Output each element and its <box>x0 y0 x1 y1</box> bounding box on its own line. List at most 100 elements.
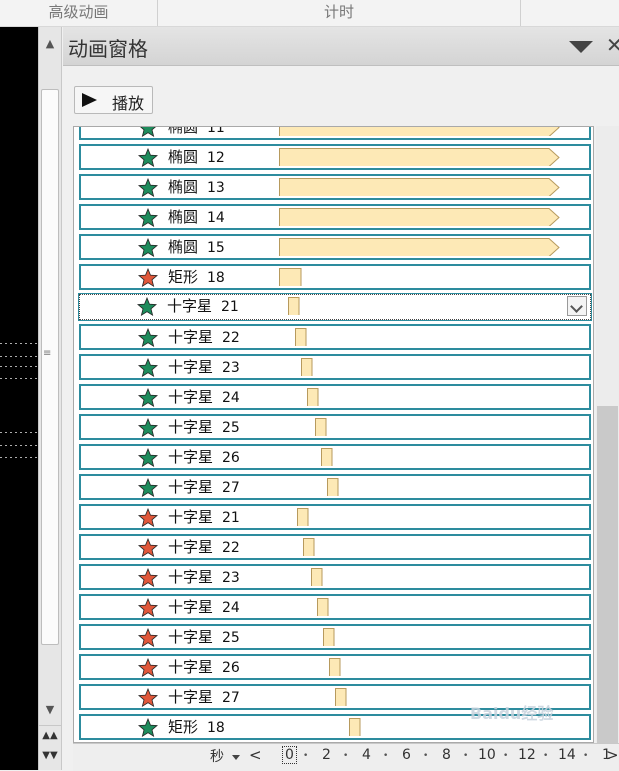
animation-item-row[interactable]: 十字星 24 <box>79 594 591 620</box>
play-button-label: 播放 <box>112 94 145 113</box>
animation-item-row[interactable]: 椭圆 15 <box>79 234 591 260</box>
timing-bar[interactable] <box>307 388 320 406</box>
animation-item-number: 25 <box>222 420 240 436</box>
animation-item-name: 椭圆 12 <box>168 147 225 169</box>
timing-bar[interactable] <box>297 508 310 526</box>
timing-bar[interactable] <box>329 658 342 676</box>
ribbon-group-empty <box>521 0 619 26</box>
animation-item-row[interactable]: 十字星 23 <box>79 354 591 380</box>
animation-item-shape: 十字星 <box>168 628 214 646</box>
play-button[interactable]: 播放 <box>74 86 153 114</box>
animation-item-row[interactable]: 十字星 26 <box>79 654 591 680</box>
ribbon-group-timing: 计时 <box>158 0 521 26</box>
timing-bar[interactable] <box>323 628 336 646</box>
entrance-effect-star-icon <box>138 358 158 378</box>
animation-item-name: 十字星 22 <box>168 327 240 349</box>
timing-bar[interactable] <box>335 688 348 706</box>
timing-bar[interactable] <box>288 297 301 315</box>
animation-item-number: 13 <box>207 180 225 196</box>
emphasis-effect-star-icon <box>138 688 158 708</box>
animation-item-row[interactable]: 椭圆 14 <box>79 204 591 230</box>
timeline-minor-tick: • <box>463 751 469 761</box>
animation-item-number: 24 <box>222 600 240 616</box>
timing-bar-arrow[interactable] <box>279 148 561 166</box>
animation-item-name: 十字星 25 <box>168 627 240 649</box>
timing-bar[interactable] <box>303 538 316 556</box>
animation-item-number: 14 <box>207 210 225 226</box>
emphasis-effect-star-icon <box>138 568 158 588</box>
timing-bar[interactable] <box>301 358 314 376</box>
animation-item-name: 十字星 24 <box>168 597 240 619</box>
timing-bar-arrow[interactable] <box>279 126 561 136</box>
animation-item-row[interactable]: 十字星 24 <box>79 384 591 410</box>
timeline-minor-tick: • <box>343 751 349 761</box>
timing-bar[interactable] <box>295 328 308 346</box>
animation-item-row[interactable]: 十字星 26 <box>79 444 591 470</box>
timing-bar[interactable] <box>349 718 362 736</box>
timing-bar[interactable] <box>315 418 328 436</box>
slide-dotted-line <box>0 457 38 458</box>
emphasis-effect-star-icon <box>138 268 158 288</box>
grip-icon: ≡ <box>43 348 52 359</box>
animation-item-shape: 十字星 <box>168 568 214 586</box>
entrance-effect-star-icon <box>137 297 157 317</box>
animation-item-number: 23 <box>222 570 240 586</box>
slide-canvas[interactable] <box>0 27 38 770</box>
entrance-effect-star-icon <box>138 328 158 348</box>
animation-item-name: 椭圆 14 <box>168 207 225 229</box>
timing-bar[interactable] <box>279 268 303 286</box>
animation-item-shape: 十字星 <box>168 658 214 676</box>
animation-item-row[interactable]: 十字星 27 <box>79 474 591 500</box>
emphasis-effect-star-icon <box>138 538 158 558</box>
play-icon <box>82 93 97 107</box>
item-options-chevron-down-icon[interactable] <box>567 296 587 316</box>
timing-bar[interactable] <box>321 448 334 466</box>
scroll-down-arrow-icon[interactable]: ▼ <box>39 699 61 721</box>
previous-slide-icon[interactable]: ▲▲ <box>39 726 61 746</box>
scroll-up-arrow-icon[interactable]: ▲ <box>39 33 61 55</box>
animation-item-number: 27 <box>222 480 240 496</box>
animation-item-shape: 十字星 <box>168 448 214 466</box>
animation-item-number: 25 <box>222 630 240 646</box>
animation-item-row[interactable]: 十字星 22 <box>79 534 591 560</box>
emphasis-effect-star-icon <box>138 598 158 618</box>
list-scrollbar[interactable] <box>596 126 619 743</box>
animation-item-row[interactable]: 十字星 22 <box>79 324 591 350</box>
editor-scrollbar[interactable]: ▲ ≡ ▼ ▲▲ ▼▼ <box>38 27 62 770</box>
list-scrollbar-thumb[interactable] <box>597 406 618 743</box>
timing-bar[interactable] <box>327 478 340 496</box>
slide-dotted-line <box>0 432 38 433</box>
scrollbar-thumb[interactable] <box>41 89 59 645</box>
timing-bar-arrow[interactable] <box>279 178 561 196</box>
timeline-ruler: 秒 < > 0 • 2 • 4 • 6 • 8 • 10 • 12 • 14 • 1 <box>73 743 619 771</box>
animation-item-row[interactable]: 椭圆 13 <box>79 174 591 200</box>
animation-item-row[interactable]: 椭圆 11 <box>79 126 591 140</box>
animation-item-shape: 十字星 <box>167 297 213 315</box>
next-slide-icon[interactable]: ▼▼ <box>39 746 61 766</box>
animation-item-row[interactable]: 十字星 25 <box>79 624 591 650</box>
close-icon[interactable]: ✕ <box>606 35 619 55</box>
timing-bar-arrow[interactable] <box>279 208 561 226</box>
timing-bar[interactable] <box>311 568 324 586</box>
animation-item-row[interactable]: 矩形 18 <box>79 264 591 290</box>
slide-dotted-line <box>0 343 38 344</box>
emphasis-effect-star-icon <box>138 508 158 528</box>
timeline-prev-icon[interactable]: < <box>249 746 262 764</box>
timeline-minor-tick: • <box>583 751 589 761</box>
animation-item-number: 18 <box>207 270 225 286</box>
animation-item-number: 15 <box>207 240 225 256</box>
animation-item-row[interactable]: 十字星 23 <box>79 564 591 590</box>
timeline-unit-dropdown-icon[interactable] <box>232 755 240 760</box>
timeline-unit-label[interactable]: 秒 <box>210 746 224 766</box>
animation-list[interactable]: 椭圆 11 椭圆 12 椭圆 13 椭圆 14 椭圆 15 矩形 18 十字星 21 十字星 22 十字星 23 十… <box>73 126 594 743</box>
animation-item-row[interactable]: 椭圆 12 <box>79 144 591 170</box>
pane-menu-chevron-down-icon[interactable] <box>569 41 593 53</box>
entrance-effect-star-icon <box>140 127 156 138</box>
animation-item-row[interactable]: 十字星 25 <box>79 414 591 440</box>
animation-item-name: 椭圆 13 <box>168 177 225 199</box>
animation-item-name: 十字星 27 <box>168 687 240 709</box>
timing-bar[interactable] <box>317 598 330 616</box>
timing-bar-arrow[interactable] <box>279 238 561 256</box>
animation-item-row[interactable]: 十字星 21 <box>79 504 591 530</box>
animation-item-row[interactable]: 十字星 21 <box>78 293 592 321</box>
